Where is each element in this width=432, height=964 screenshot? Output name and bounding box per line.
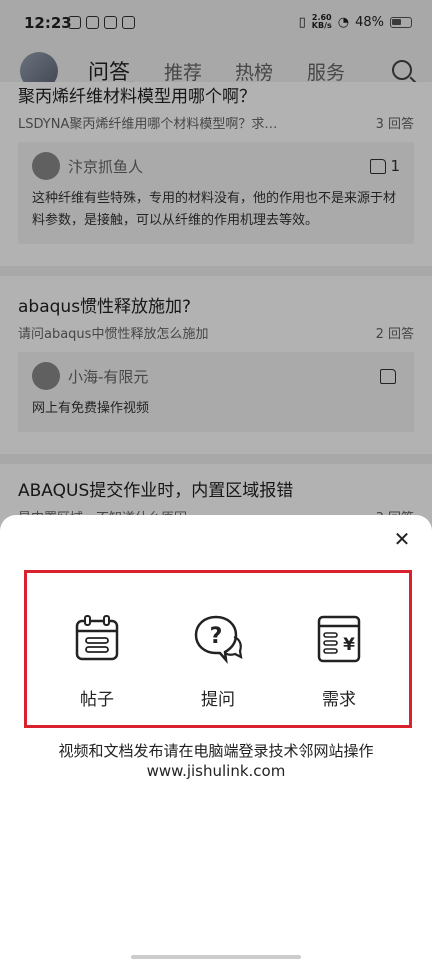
- note-text: 视频和文档发布请在电脑端登录技术邻网站操作: [58, 742, 374, 760]
- publish-note: 视频和文档发布请在电脑端登录技术邻网站操作 www.jishulink.com: [0, 741, 432, 781]
- close-icon[interactable]: ✕: [392, 529, 412, 549]
- website-link: www.jishulink.com: [146, 762, 286, 780]
- ask-label: 提问: [201, 690, 235, 710]
- options-highlight: 帖子 ? 提问 ¥ 需求: [24, 570, 412, 728]
- demand-icon: ¥: [317, 615, 361, 663]
- demand-button[interactable]: ¥ 需求: [299, 613, 379, 710]
- svg-text:?: ?: [210, 624, 223, 649]
- question-icon: ?: [194, 615, 243, 664]
- svg-text:¥: ¥: [343, 635, 355, 655]
- post-icon: [75, 615, 119, 661]
- post-button[interactable]: 帖子: [57, 613, 137, 710]
- home-indicator[interactable]: [131, 955, 301, 959]
- publish-sheet: ✕ 帖子 ? 提问 ¥ 需求 视频和文档发布请在电脑端登录技术邻网站操作 www…: [0, 515, 432, 964]
- post-label: 帖子: [80, 690, 114, 710]
- demand-label: 需求: [322, 690, 356, 710]
- ask-button[interactable]: ? 提问: [178, 613, 258, 710]
